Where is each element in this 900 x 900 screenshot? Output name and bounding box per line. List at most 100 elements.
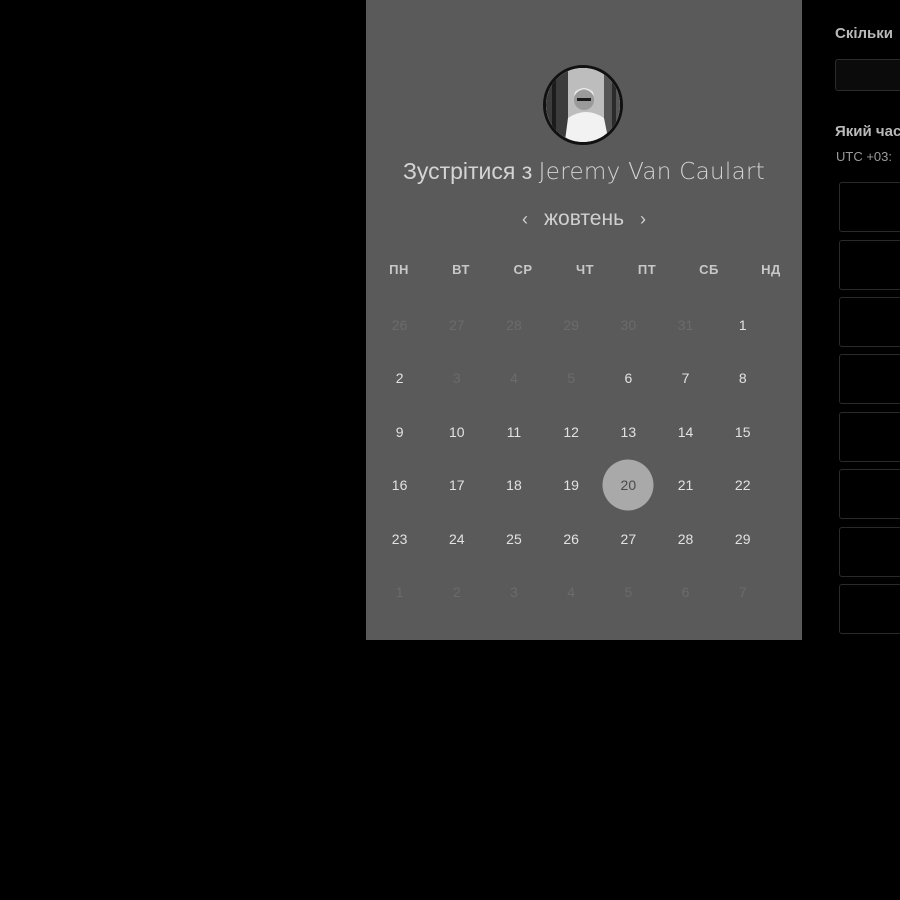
calendar-day[interactable]: 16: [371, 459, 428, 513]
day-number: 15: [734, 423, 751, 440]
time-label: Який час: [835, 123, 900, 140]
calendar-day[interactable]: 12: [543, 405, 600, 459]
day-number: 10: [448, 423, 465, 440]
calendar-panel: Зустрітися з Jeremy Van Caulart ‹ жовтен…: [366, 0, 802, 640]
title-prefix: Зустрітися з: [402, 158, 533, 184]
calendar-day[interactable]: 22: [714, 459, 771, 513]
day-number: 24: [448, 530, 465, 547]
day-number: 7: [681, 370, 690, 387]
day-number: 29: [734, 530, 751, 547]
day-number: 17: [448, 477, 465, 494]
day-number: 26: [563, 530, 579, 547]
calendar-day[interactable]: 29: [714, 512, 771, 566]
time-slot[interactable]: [839, 297, 900, 347]
day-number: 23: [391, 530, 408, 547]
calendar-day[interactable]: 14: [657, 405, 714, 459]
weekday-label: НД: [761, 262, 781, 277]
calendar-day[interactable]: 25: [485, 512, 542, 566]
day-number: 20: [620, 477, 637, 494]
day-number: 16: [391, 477, 408, 494]
day-number: 29: [563, 316, 579, 333]
day-number: 8: [738, 370, 747, 387]
day-number: 31: [677, 316, 694, 333]
calendar-day: 31: [657, 298, 714, 352]
day-number: 3: [510, 584, 518, 601]
calendar-day[interactable]: 1: [714, 298, 771, 352]
day-number: 13: [620, 423, 637, 440]
day-number: 4: [510, 370, 518, 387]
time-slot[interactable]: [839, 527, 900, 577]
calendar-day[interactable]: 19: [543, 459, 600, 513]
time-slot[interactable]: [839, 182, 900, 232]
weekday-label: ВТ: [452, 262, 470, 277]
day-number: 19: [563, 477, 579, 494]
calendar-day: 30: [600, 298, 657, 352]
day-number: 6: [681, 584, 690, 601]
duration-select[interactable]: [835, 59, 900, 91]
calendar-day: 3: [428, 352, 485, 406]
calendar-day: 26: [371, 298, 428, 352]
calendar-day: 5: [543, 352, 600, 406]
calendar-day: 29: [543, 298, 600, 352]
weekday-label: ЧТ: [575, 262, 595, 277]
day-number: 28: [677, 530, 694, 547]
current-month: жовтень: [543, 207, 625, 230]
weekday-label: СБ: [699, 262, 719, 277]
chevron-left-icon[interactable]: ‹: [520, 209, 530, 230]
day-number: 4: [567, 584, 576, 601]
day-number: 7: [738, 584, 747, 601]
calendar-day[interactable]: 17: [428, 459, 485, 513]
calendar-day: 2: [428, 566, 485, 620]
day-number: 14: [677, 423, 694, 440]
calendar-day: 28: [485, 298, 542, 352]
calendar-day[interactable]: 7: [657, 352, 714, 406]
calendar-day[interactable]: 6: [600, 352, 657, 406]
calendar-day[interactable]: 2: [371, 352, 428, 406]
day-number: 3: [452, 370, 461, 387]
booking-modal: Зустрітися з Jeremy Van Caulart ‹ жовтен…: [366, 0, 900, 640]
meeting-title: Зустрітися з Jeremy Van Caulart: [366, 158, 802, 185]
calendar-day[interactable]: 21: [657, 459, 714, 513]
time-slot[interactable]: [839, 469, 900, 519]
weekday-label: СР: [513, 262, 533, 277]
calendar-day[interactable]: 23: [371, 512, 428, 566]
calendar-day-selected[interactable]: 20: [600, 459, 657, 513]
weekday-label: ПТ: [637, 262, 657, 277]
day-number: 25: [506, 530, 522, 547]
time-slot[interactable]: [839, 354, 900, 404]
day-number: 27: [620, 530, 637, 547]
calendar-day: 4: [543, 566, 600, 620]
calendar-grid: 26 27 28 29 30 31 1 2 3 4 5 6 7 8 9 10 11 12 13 14 15 16 17 18 1…: [371, 298, 771, 619]
weekday-label: ПН: [389, 262, 409, 277]
calendar-day[interactable]: 24: [428, 512, 485, 566]
calendar-day: 3: [485, 566, 542, 620]
duration-label: Скільки: [835, 25, 893, 42]
day-number: 18: [506, 477, 522, 494]
calendar-day[interactable]: 10: [428, 405, 485, 459]
calendar-day[interactable]: 27: [600, 512, 657, 566]
time-slot[interactable]: [839, 412, 900, 462]
calendar-day[interactable]: 8: [714, 352, 771, 406]
calendar-day[interactable]: 11: [485, 405, 542, 459]
day-number: 9: [395, 423, 404, 440]
calendar-day[interactable]: 9: [371, 405, 428, 459]
day-number: 1: [738, 316, 747, 333]
day-number: 5: [624, 584, 633, 601]
calendar-day[interactable]: 15: [714, 405, 771, 459]
calendar-day[interactable]: 13: [600, 405, 657, 459]
chevron-right-icon[interactable]: ›: [638, 209, 648, 230]
day-number: 12: [563, 423, 579, 440]
calendar-day[interactable]: 18: [485, 459, 542, 513]
calendar-day: 27: [428, 298, 485, 352]
time-slot[interactable]: [839, 240, 900, 290]
time-slot[interactable]: [839, 584, 900, 634]
calendar-day[interactable]: 28: [657, 512, 714, 566]
calendar-day[interactable]: 26: [543, 512, 600, 566]
day-number: 30: [620, 316, 637, 333]
day-number: 26: [391, 316, 408, 333]
calendar-day: 4: [485, 352, 542, 406]
host-photo: [546, 68, 620, 142]
day-number: 2: [395, 370, 404, 387]
month-navigation: ‹ жовтень ›: [366, 204, 802, 234]
day-number: 2: [452, 584, 461, 601]
